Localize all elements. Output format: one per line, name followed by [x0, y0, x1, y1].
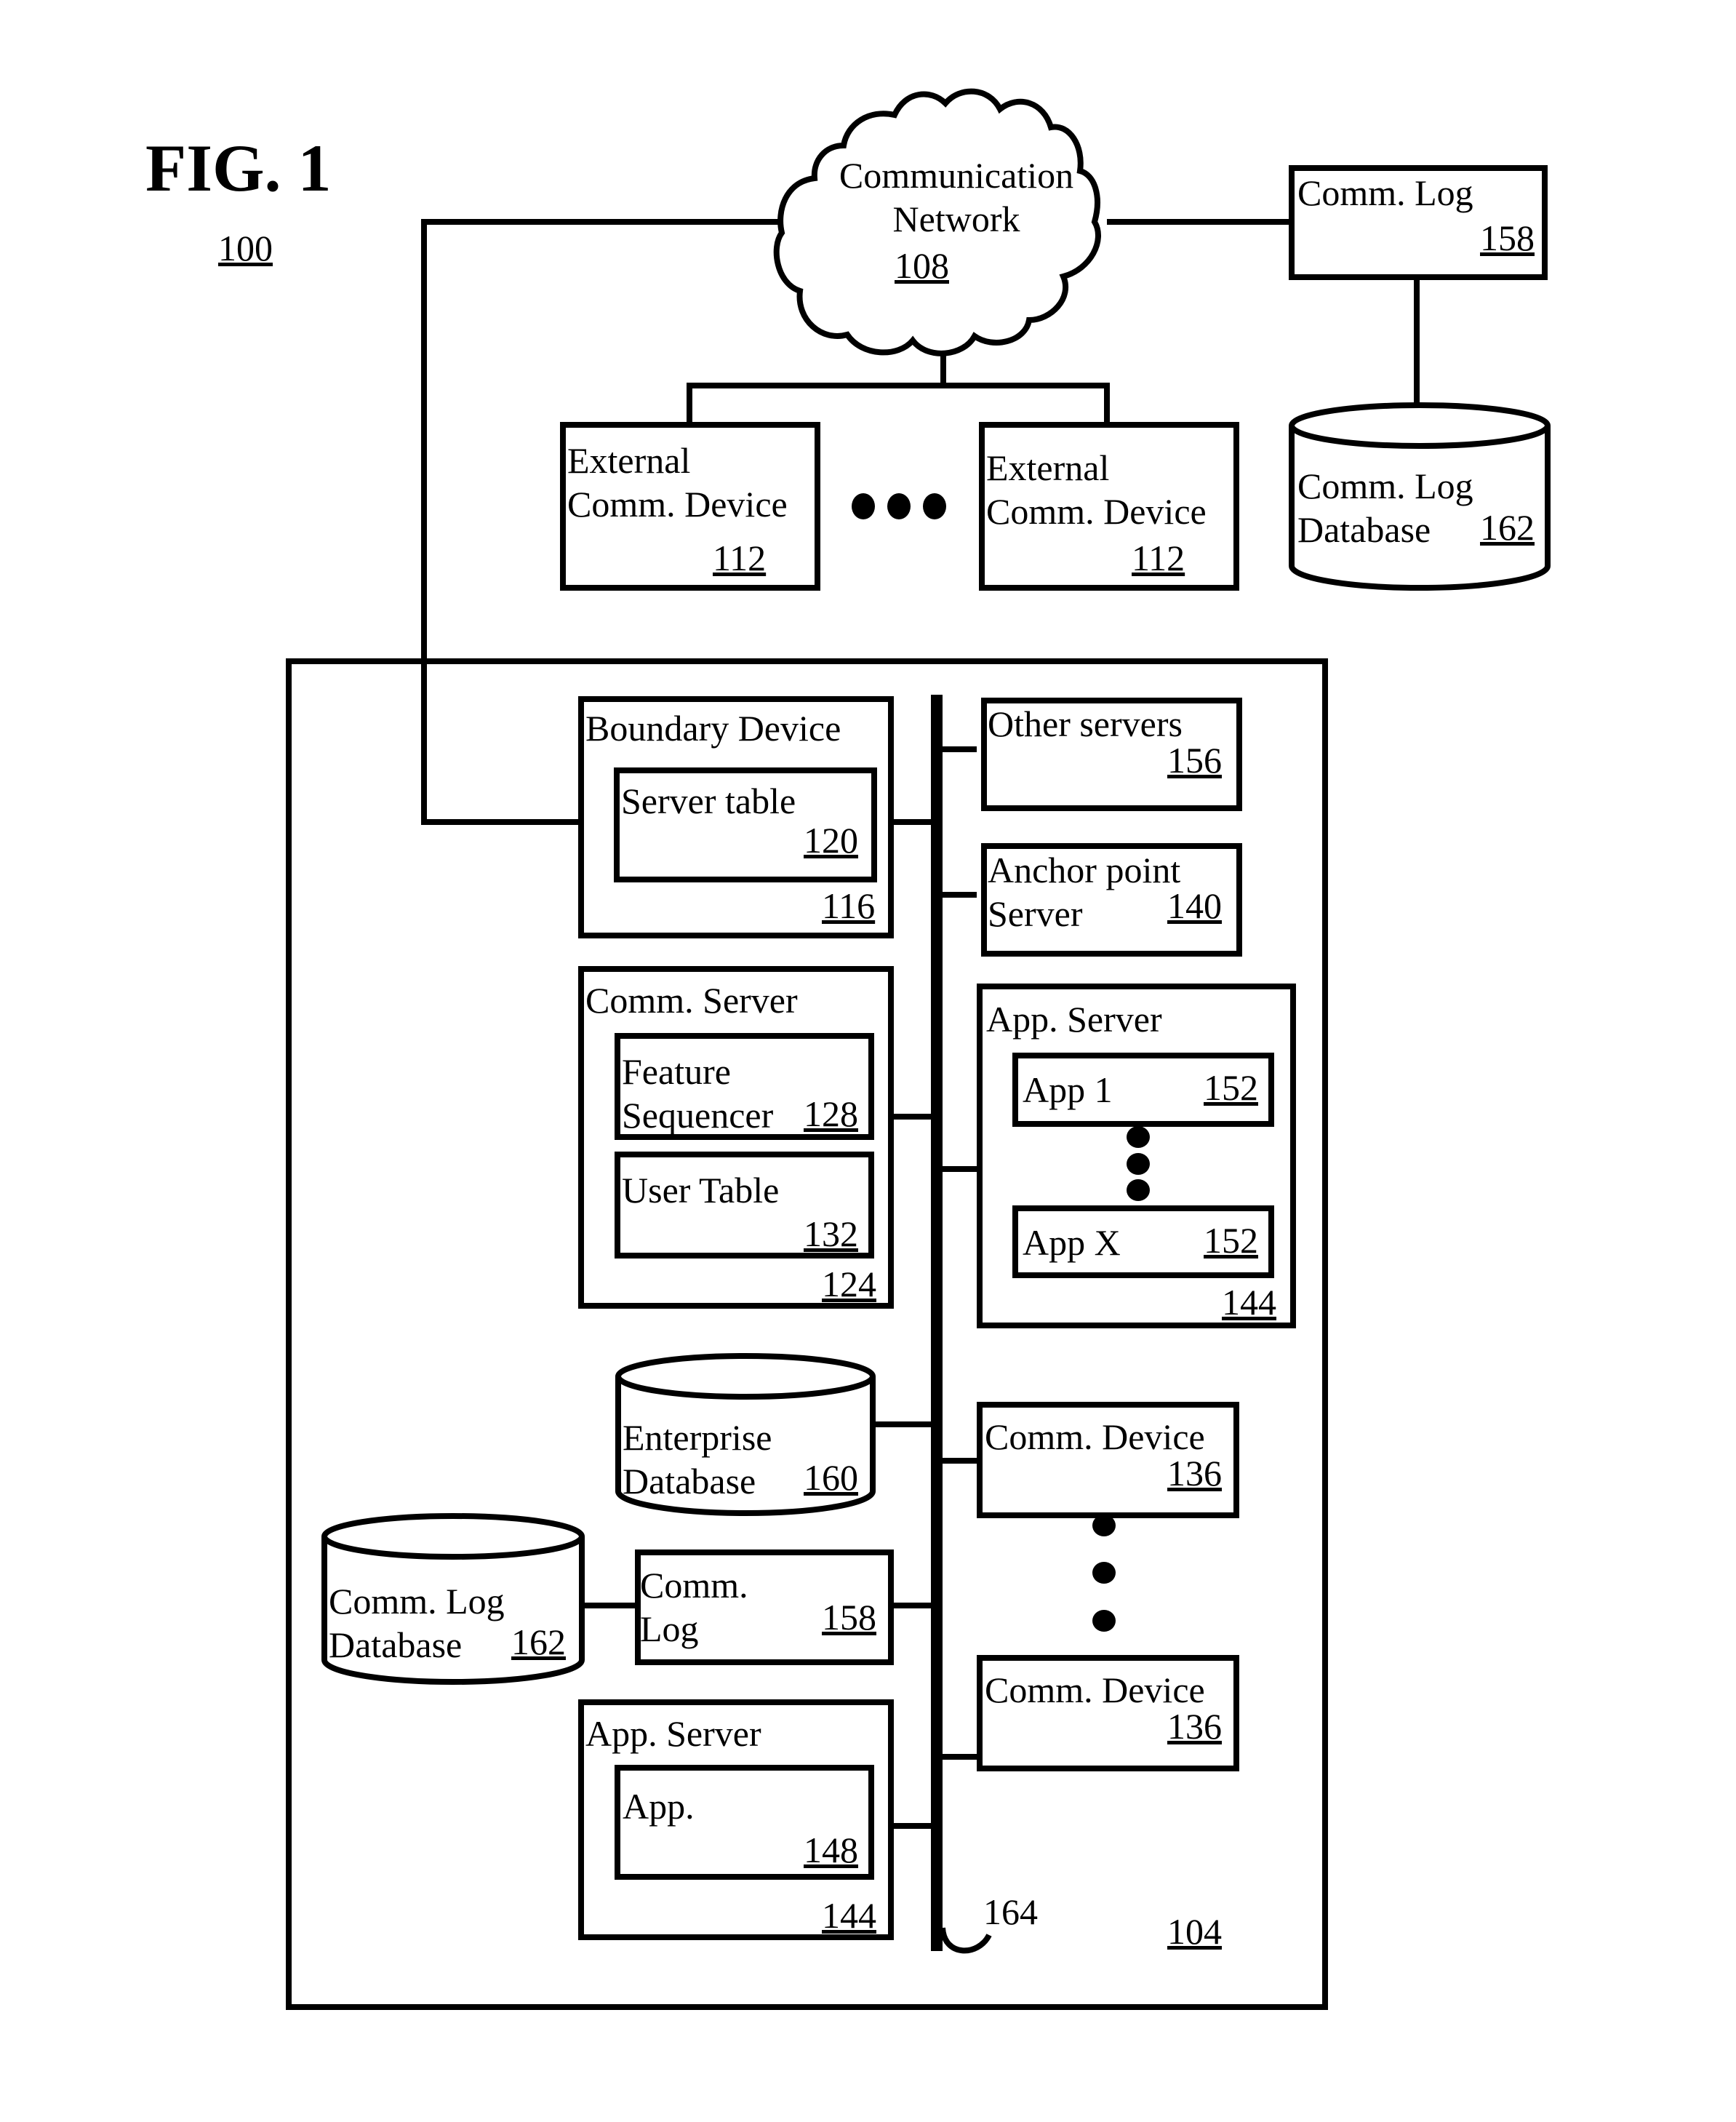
- comm-device-1-label: Comm. Device: [985, 1416, 1205, 1457]
- comm-server-ref: 124: [822, 1264, 876, 1304]
- external-device-1-line2: Comm. Device: [567, 484, 788, 524]
- enterprise-db-line1: Enterprise: [623, 1417, 772, 1458]
- apps-ellipsis: [1127, 1126, 1150, 1201]
- external-comm-log: Comm. Log 158: [1289, 165, 1548, 280]
- user-table-label: User Table: [622, 1170, 779, 1210]
- external-device-2-line2: Comm. Device: [986, 491, 1207, 532]
- feature-sequencer-ref: 128: [804, 1093, 858, 1134]
- enterprise-database: Enterprise Database 160: [615, 1353, 876, 1516]
- enterprise-db-line2: Database: [623, 1461, 756, 1501]
- external-comm-log-ref: 158: [1480, 218, 1535, 258]
- app-x-ref: 152: [1204, 1220, 1258, 1261]
- comm-device-1: Comm. Device 136: [977, 1402, 1239, 1518]
- external-devices-ellipsis: [852, 493, 946, 519]
- comm-log-line1: Comm.: [640, 1565, 748, 1606]
- external-comm-log-database: Comm. Log Database 162: [1289, 402, 1551, 591]
- app-label: App.: [623, 1786, 695, 1827]
- bus-ref-leader: [940, 1927, 992, 1954]
- app-server-left: App. Server 144 App. 148: [578, 1699, 894, 1940]
- anchor-point-server-ref: 140: [1167, 885, 1222, 926]
- boundary-device-ref: 116: [822, 885, 875, 926]
- feature-sequencer-line1: Feature: [622, 1051, 731, 1092]
- other-servers-label: Other servers: [988, 703, 1183, 744]
- app-x: App X 152: [1012, 1205, 1274, 1278]
- server-table: Server table 120: [614, 767, 877, 882]
- comm-log-db-ref: 162: [511, 1622, 566, 1662]
- anchor-point-server-line2: Server: [988, 893, 1083, 934]
- app: App. 148: [615, 1765, 874, 1880]
- server-table-label: Server table: [621, 781, 796, 821]
- comm-devices-ellipsis: [1092, 1515, 1116, 1632]
- app-1-ref: 152: [1204, 1067, 1258, 1108]
- network-label-line1: Communication: [839, 155, 1073, 196]
- ellipsis-dot: [1092, 1562, 1116, 1584]
- anchor-point-server-line1: Anchor point: [988, 850, 1180, 890]
- app-x-label: App X: [1023, 1222, 1121, 1263]
- app-server-right-ref: 144: [1222, 1282, 1276, 1323]
- other-servers-ref: 156: [1167, 740, 1222, 781]
- app-server-left-label: App. Server: [585, 1713, 761, 1754]
- app-server-right-label: App. Server: [986, 999, 1162, 1040]
- communication-network: Communication Network 108: [773, 88, 1101, 356]
- external-devices-branch-line: [687, 383, 1110, 425]
- user-table: User Table 132: [615, 1152, 874, 1259]
- external-device-1-line1: External: [567, 440, 690, 481]
- ellipsis-dot: [1092, 1515, 1116, 1536]
- comm-server: Comm. Server 124 Feature Sequencer 128 U…: [578, 966, 894, 1309]
- network-ref: 108: [895, 245, 949, 286]
- comm-device-1-ref: 136: [1167, 1453, 1222, 1493]
- comm-log-db-line1: Comm. Log: [329, 1581, 505, 1622]
- external-device-1-ref: 112: [713, 538, 766, 578]
- ellipsis-dot: [923, 493, 946, 519]
- ellipsis-dot: [852, 493, 875, 519]
- external-comm-log-db-line2: Database: [1297, 509, 1431, 550]
- server-table-ref: 120: [804, 820, 858, 861]
- external-device-2-line1: External: [986, 447, 1109, 488]
- system-diagram: FIG. 1 100 Communication Network 108 Ext…: [145, 88, 1551, 2010]
- ellipsis-dot: [1127, 1179, 1150, 1201]
- comm-log: Comm. Log 158: [635, 1549, 894, 1665]
- app-server-right: App. Server 144 App 1 152 App X 152: [977, 984, 1296, 1328]
- comm-log-ref: 158: [822, 1597, 876, 1638]
- external-device-2-ref: 112: [1132, 538, 1185, 578]
- boundary-device: Boundary Device 116 Server table 120: [578, 696, 894, 938]
- ellipsis-dot: [887, 493, 911, 519]
- app-1-label: App 1: [1023, 1069, 1113, 1110]
- comm-server-label: Comm. Server: [585, 980, 798, 1021]
- enterprise-ref: 104: [1167, 1911, 1222, 1952]
- anchor-point-server: Anchor point Server 140: [981, 843, 1242, 957]
- user-table-ref: 132: [804, 1213, 858, 1254]
- comm-device-2-label: Comm. Device: [985, 1670, 1205, 1710]
- comm-device-2: Comm. Device 136: [977, 1655, 1239, 1771]
- ellipsis-dot: [1092, 1610, 1116, 1632]
- app-server-left-ref: 144: [822, 1895, 876, 1936]
- comm-log-database: Comm. Log Database 162: [321, 1513, 585, 1685]
- ellipsis-dot: [1127, 1153, 1150, 1175]
- comm-log-db-line2: Database: [329, 1624, 462, 1665]
- app-ref: 148: [804, 1830, 858, 1870]
- external-comm-log-db-line1: Comm. Log: [1297, 466, 1473, 506]
- figure-title: FIG. 1: [145, 131, 332, 205]
- app-1: App 1 152: [1012, 1053, 1274, 1127]
- external-comm-log-label: Comm. Log: [1297, 172, 1473, 213]
- other-servers: Other servers 156: [981, 698, 1242, 811]
- enterprise-db-ref: 160: [804, 1457, 858, 1498]
- comm-log-line2: Log: [640, 1608, 699, 1649]
- bus-ref: 164: [983, 1891, 1038, 1932]
- feature-sequencer-line2: Sequencer: [622, 1095, 774, 1136]
- ellipsis-dot: [1127, 1126, 1150, 1148]
- external-comm-log-db-ref: 162: [1480, 507, 1535, 548]
- feature-sequencer: Feature Sequencer 128: [615, 1033, 874, 1140]
- network-label-line2: Network: [893, 199, 1020, 239]
- external-comm-device-1: External Comm. Device 112: [560, 422, 820, 591]
- figure-ref: 100: [218, 228, 273, 268]
- comm-device-2-ref: 136: [1167, 1706, 1222, 1747]
- external-comm-device-2: External Comm. Device 112: [979, 422, 1239, 591]
- boundary-device-label: Boundary Device: [585, 708, 841, 749]
